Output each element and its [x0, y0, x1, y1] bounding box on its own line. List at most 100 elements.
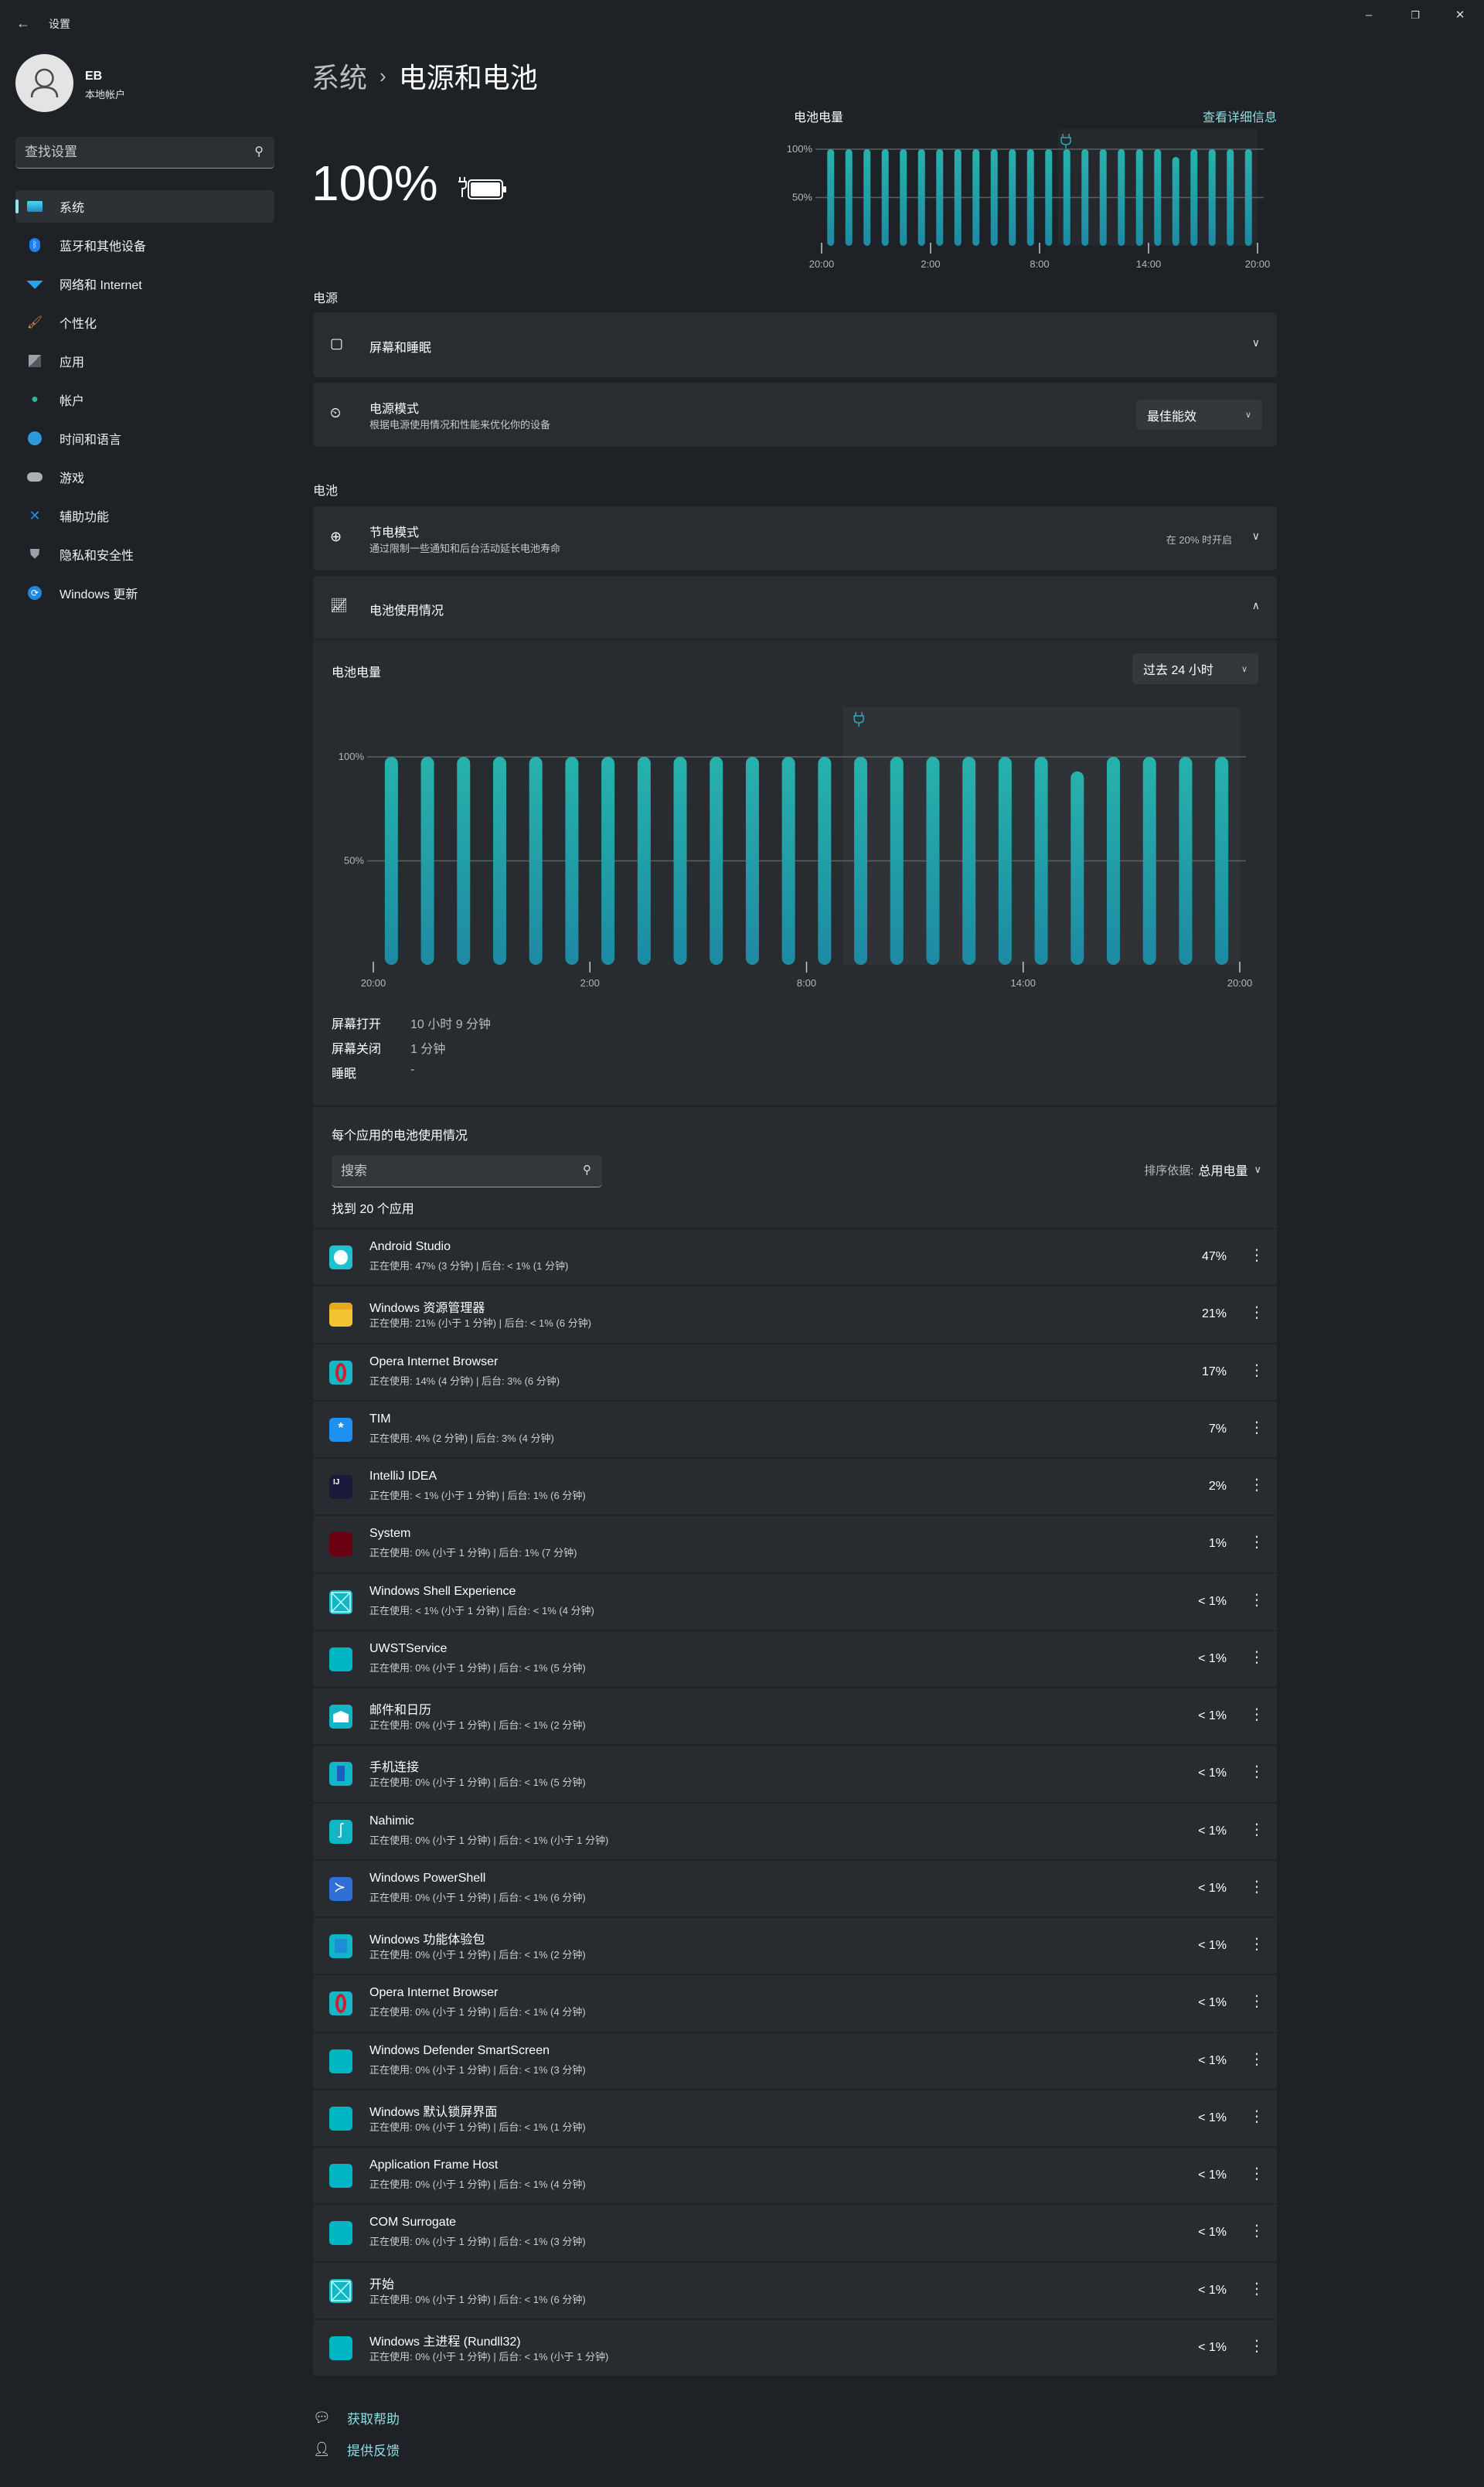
search-icon[interactable]: ⚲	[254, 144, 264, 159]
app-name: UWSTService	[369, 1641, 448, 1655]
more-options-icon[interactable]: ⋮	[1249, 1763, 1264, 1781]
app-row[interactable]: Windows 默认锁屏界面 正在使用: 0% (小于 1 分钟) | 后台: <…	[313, 2088, 1277, 2146]
chevron-down-icon[interactable]: ∨	[1252, 530, 1260, 543]
back-arrow-icon[interactable]: ←	[14, 14, 32, 32]
sidebar-item-account[interactable]: ● 帐户	[15, 383, 274, 416]
battery-usage-header[interactable]: 📈︎ 电池使用情况 ∧	[313, 576, 1277, 640]
globe-clock-icon	[27, 431, 43, 446]
app-row[interactable]: 开始 正在使用: 0% (小于 1 分钟) | 后台: < 1% (6 分钟) < …	[313, 2260, 1277, 2318]
more-options-icon[interactable]: ⋮	[1249, 2165, 1264, 2183]
power-mode-dropdown[interactable]: 最佳能效 ∨	[1136, 400, 1262, 430]
app-row[interactable]: COM Surrogate 正在使用: 0% (小于 1 分钟) | 后台: < …	[313, 2203, 1277, 2260]
settings-search-box[interactable]: ⚲	[15, 137, 274, 169]
give-feedback-link[interactable]: 👤︎ 提供反馈	[313, 2440, 400, 2459]
more-options-icon[interactable]: ⋮	[1249, 1878, 1264, 1896]
app-row[interactable]: 邮件和日历 正在使用: 0% (小于 1 分钟) | 后台: < 1% (2 分钟…	[313, 1687, 1277, 1744]
app-row[interactable]: * TIM 正在使用: 4% (2 分钟) | 后台: 3% (4 分钟) 7% ⋮	[313, 1399, 1277, 1457]
chevron-up-icon[interactable]: ∧	[1252, 599, 1260, 612]
app-row[interactable]: ʃ Nahimic 正在使用: 0% (小于 1 分钟) | 后台: < 1% (小…	[313, 1801, 1277, 1859]
sidebar-item-brush[interactable]: 🖌︎ 个性化	[15, 306, 274, 339]
chevron-down-icon: ∨	[1241, 664, 1247, 674]
app-usage-percent: < 1%	[1198, 2283, 1227, 2297]
line-chart-icon: 📈︎	[330, 598, 348, 613]
app-usage-percent: < 1%	[1198, 2226, 1227, 2240]
sidebar-item-apps[interactable]: 应用	[15, 345, 274, 377]
app-row[interactable]: Windows 资源管理器 正在使用: 21% (小于 1 分钟) | 后台: <…	[313, 1285, 1277, 1342]
sort-by-dropdown[interactable]: 排序依据: 总用电量 ∨	[1144, 1160, 1261, 1179]
more-options-icon[interactable]: ⋮	[1249, 1705, 1264, 1724]
app-row[interactable]: 手机连接 正在使用: 0% (小于 1 分钟) | 后台: < 1% (5 分钟)…	[313, 1744, 1277, 1801]
app-row[interactable]: Windows Defender SmartScreen 正在使用: 0% (小于…	[313, 2031, 1277, 2089]
battery-saver-card[interactable]: ⊕ 节电模式 通过限制一些通知和后台活动延长电池寿命 在 20% 时开启 ∨	[313, 506, 1277, 571]
more-options-icon[interactable]: ⋮	[1249, 1419, 1264, 1437]
sidebar-item-update[interactable]: ⟳ Windows 更新	[15, 577, 274, 609]
generic-app-icon	[329, 2106, 352, 2131]
chevron-down-icon[interactable]: ∨	[1252, 336, 1260, 349]
more-options-icon[interactable]: ⋮	[1249, 1821, 1264, 1839]
app-usage-percent: < 1%	[1198, 1881, 1227, 1895]
time-range-dropdown[interactable]: 过去 24 小时 ∨	[1132, 653, 1258, 684]
close-button[interactable]: ✕	[1442, 5, 1478, 26]
more-options-icon[interactable]: ⋮	[1249, 1533, 1264, 1552]
app-usage-detail: 正在使用: 0% (小于 1 分钟) | 后台: < 1% (6 分钟)	[369, 1891, 586, 1903]
more-options-icon[interactable]: ⋮	[1249, 2222, 1264, 2240]
app-row[interactable]: Opera Internet Browser 正在使用: 0% (小于 1 分钟)…	[313, 1974, 1277, 2031]
bar-0:00	[900, 149, 907, 246]
more-options-icon[interactable]: ⋮	[1249, 2280, 1264, 2298]
intellij-icon: IJ	[329, 1475, 352, 1499]
get-help-link[interactable]: 💬︎ 获取帮助	[313, 2408, 400, 2427]
minimize-button[interactable]: –	[1351, 5, 1387, 26]
y-tick-label: 50%	[344, 855, 364, 867]
more-options-icon[interactable]: ⋮	[1249, 1935, 1264, 1954]
settings-search-input[interactable]	[25, 137, 241, 168]
sidebar-item-globe-clock[interactable]: 时间和语言	[15, 422, 274, 455]
more-options-icon[interactable]: ⋮	[1249, 1303, 1264, 1322]
more-options-icon[interactable]: ⋮	[1249, 2050, 1264, 2069]
app-usage-detail: 正在使用: 14% (4 分钟) | 后台: 3% (6 分钟)	[369, 1375, 560, 1387]
x-tick-label: 20:00	[809, 258, 835, 270]
sidebar-item-bluetooth[interactable]: ᛒ 蓝牙和其他设备	[15, 229, 274, 261]
bar-22:00	[863, 149, 871, 246]
app-row[interactable]: Android Studio 正在使用: 47% (3 分钟) | 后台: < 1…	[313, 1228, 1277, 1285]
app-usage-percent: 1%	[1208, 1537, 1227, 1551]
view-details-link[interactable]: 查看详细信息	[1203, 107, 1277, 125]
more-options-icon[interactable]: ⋮	[1249, 2107, 1264, 2126]
app-row[interactable]: Windows 主进程 (Rundll32) 正在使用: 0% (小于 1 分钟)…	[313, 2318, 1277, 2376]
more-options-icon[interactable]: ⋮	[1249, 2337, 1264, 2356]
sidebar-item-gamepad[interactable]: 游戏	[15, 461, 274, 493]
sidebar-item-accessibility[interactable]: ✕ 辅助功能	[15, 499, 274, 532]
bar-3:00	[637, 757, 651, 965]
more-options-icon[interactable]: ⋮	[1249, 1246, 1264, 1265]
search-icon[interactable]: ⚲	[583, 1163, 591, 1177]
app-row[interactable]: ≻ Windows PowerShell 正在使用: 0% (小于 1 分钟) | …	[313, 1858, 1277, 1916]
bar-8:00	[818, 757, 832, 965]
screen-sleep-card[interactable]: ▢ 屏幕和睡眠 ∨	[313, 312, 1277, 377]
app-row[interactable]: Application Frame Host 正在使用: 0% (小于 1 分钟)…	[313, 2146, 1277, 2203]
app-row[interactable]: Opera Internet Browser 正在使用: 14% (4 分钟) |…	[313, 1342, 1277, 1400]
app-usage-detail: 正在使用: 0% (小于 1 分钟) | 后台: < 1% (5 分钟)	[369, 1661, 586, 1674]
app-row[interactable]: Windows Shell Experience 正在使用: < 1% (小于 1…	[313, 1572, 1277, 1630]
bar-15:00	[1070, 771, 1084, 965]
sort-label: 排序依据:	[1144, 1163, 1194, 1177]
breadcrumb-parent[interactable]: 系统	[311, 56, 367, 96]
restore-button[interactable]: ❐	[1397, 5, 1433, 26]
sidebar-item-system[interactable]: 系统	[15, 190, 274, 223]
app-usage-percent: 2%	[1208, 1480, 1227, 1493]
more-options-icon[interactable]: ⋮	[1249, 1591, 1264, 1610]
app-row[interactable]: IJ IntelliJ IDEA 正在使用: < 1% (小于 1 分钟) | 后台…	[313, 1457, 1277, 1514]
sidebar-item-shield[interactable]: ⛊ 隐私和安全性	[15, 538, 274, 571]
app-row[interactable]: System 正在使用: 0% (小于 1 分钟) | 后台: 1% (7 分钟)…	[313, 1514, 1277, 1572]
app-title: 设置	[49, 18, 70, 30]
app-row[interactable]: UWSTService 正在使用: 0% (小于 1 分钟) | 后台: < 1%…	[313, 1629, 1277, 1687]
app-search-input[interactable]	[341, 1155, 565, 1187]
app-search-box[interactable]: ⚲	[332, 1155, 602, 1187]
app-row[interactable]: Windows 功能体验包 正在使用: 0% (小于 1 分钟) | 后台: < …	[313, 1916, 1277, 1974]
more-options-icon[interactable]: ⋮	[1249, 1992, 1264, 2011]
sidebar-item-label: 游戏	[60, 472, 85, 485]
app-usage-detail: 正在使用: < 1% (小于 1 分钟) | 后台: < 1% (4 分钟)	[369, 1604, 594, 1617]
more-options-icon[interactable]: ⋮	[1249, 1361, 1264, 1380]
more-options-icon[interactable]: ⋮	[1249, 1648, 1264, 1667]
sidebar-item-wifi[interactable]: ◥◤ 网络和 Internet	[15, 267, 274, 300]
more-options-icon[interactable]: ⋮	[1249, 1476, 1264, 1494]
avatar[interactable]	[15, 54, 73, 112]
